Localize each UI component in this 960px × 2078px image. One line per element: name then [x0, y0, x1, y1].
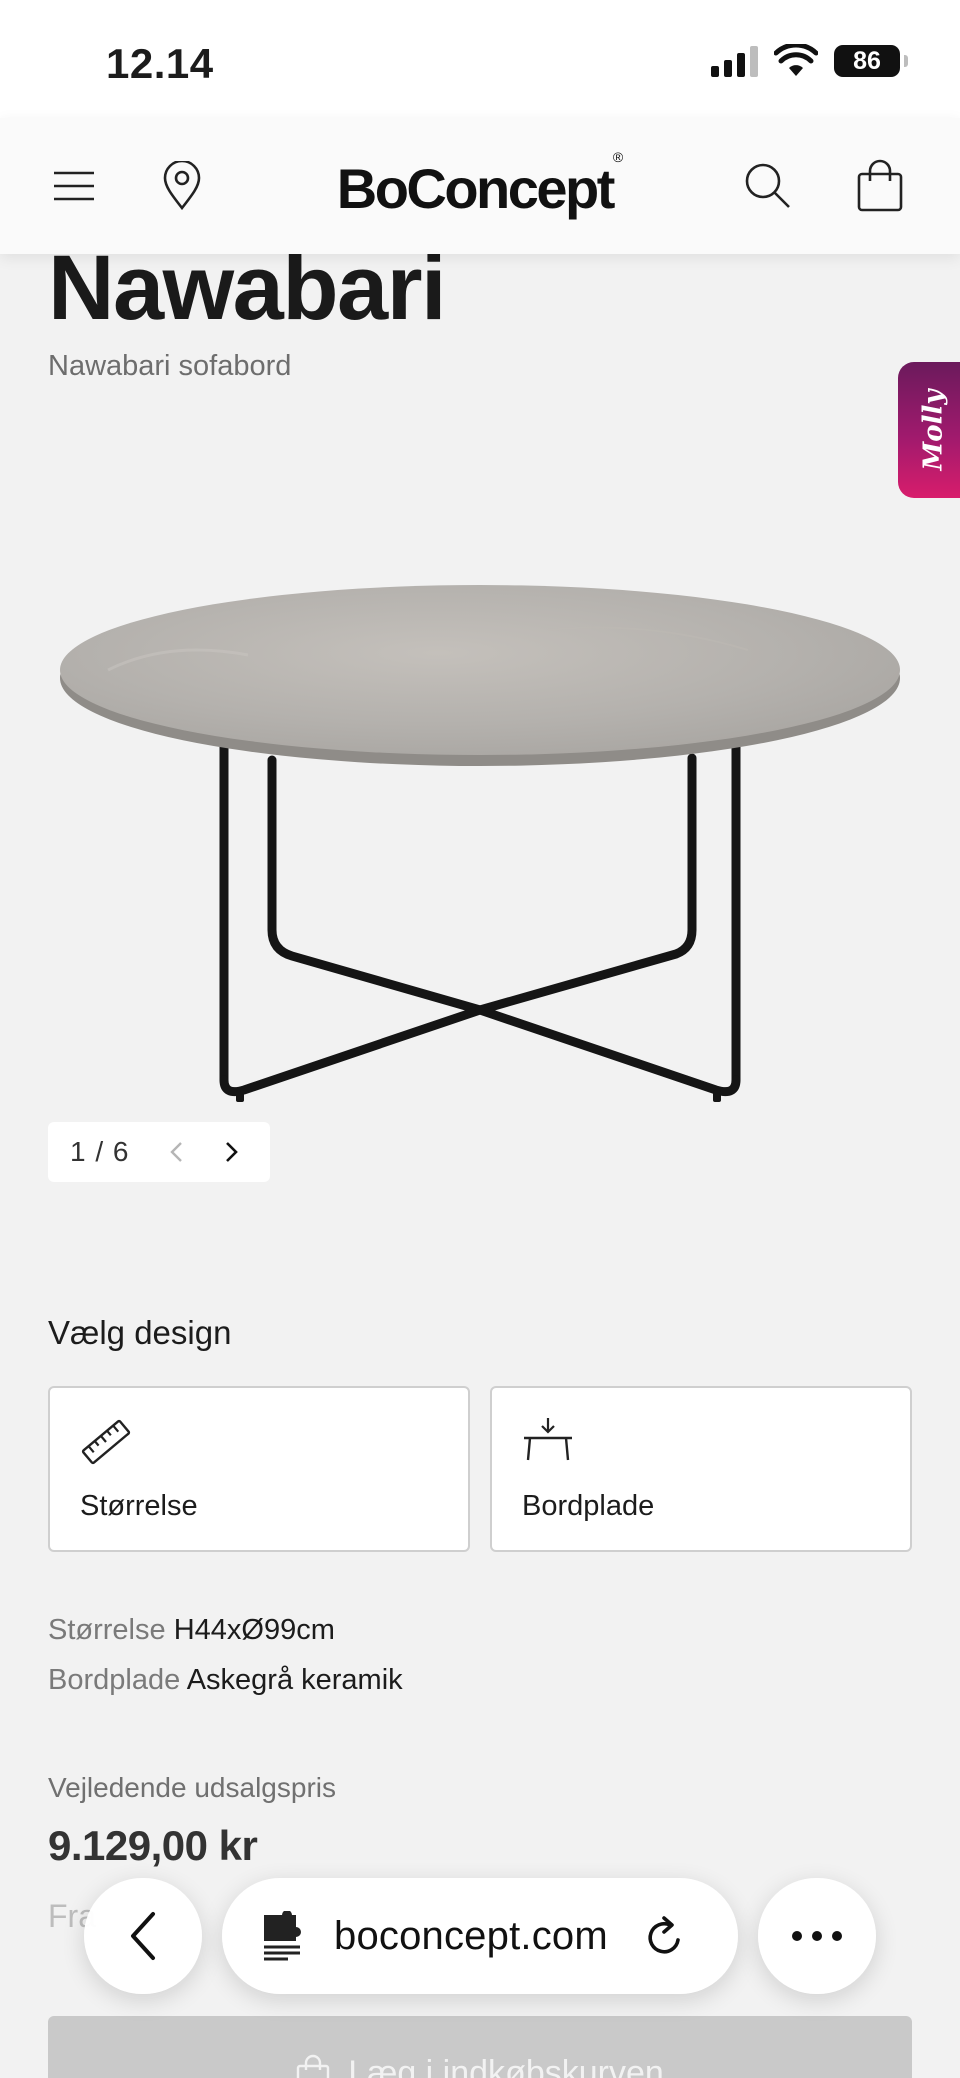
- chevron-left-icon: [131, 1912, 155, 1960]
- product-image[interactable]: [48, 560, 912, 1120]
- ruler-icon: [81, 1419, 131, 1465]
- gallery-pager: 1 / 6: [48, 1122, 270, 1182]
- design-heading: Vælg design: [48, 1314, 232, 1351]
- spec-size: Størrelse H44xØ99cm: [48, 1614, 335, 1647]
- spec-size-value: H44xØ99cm: [173, 1614, 335, 1646]
- site-header: BoConcept®: [0, 118, 960, 254]
- spec-tabletop-key: Bordplade: [48, 1664, 181, 1696]
- add-to-cart-label: Læg i indkøbskurven: [348, 2054, 664, 2078]
- shopping-bag-icon: [296, 2054, 330, 2078]
- browser-back-button[interactable]: [84, 1878, 202, 1994]
- tabletop-option-card[interactable]: Bordplade: [490, 1386, 912, 1552]
- product-subtitle: Nawabari sofabord: [48, 350, 292, 382]
- molly-label: Molly: [918, 389, 949, 471]
- spec-tabletop-value: Askegrå keramik: [186, 1664, 403, 1696]
- url-text: boconcept.com: [334, 1913, 608, 1958]
- search-icon: [745, 163, 790, 208]
- gallery-prev-button[interactable]: [150, 1125, 204, 1179]
- chevron-right-icon: [226, 1142, 238, 1162]
- reload-icon[interactable]: [644, 1914, 686, 1958]
- molly-chat-tab[interactable]: Molly: [898, 362, 960, 498]
- more-dots-icon: [792, 1931, 842, 1941]
- spec-tabletop: Bordplade Askegrå keramik: [48, 1664, 403, 1697]
- tabletop-option-label: Bordplade: [522, 1490, 655, 1522]
- cart-button[interactable]: [850, 156, 910, 216]
- spec-size-key: Størrelse: [48, 1614, 166, 1646]
- wifi-icon: [774, 44, 818, 76]
- boconcept-logo[interactable]: BoConcept®: [0, 149, 960, 221]
- add-to-cart-button[interactable]: Læg i indkøbskurven: [48, 2016, 912, 2078]
- search-button[interactable]: [738, 156, 798, 216]
- reader-extension-icon[interactable]: [260, 1911, 306, 1961]
- gallery-counter: 1 / 6: [70, 1136, 130, 1167]
- gallery-next-button[interactable]: [204, 1125, 258, 1179]
- battery-icon: 86: [834, 45, 908, 77]
- status-bar: 12.14 86: [0, 0, 960, 118]
- status-icons: 86: [711, 44, 908, 78]
- chevron-left-icon: [170, 1142, 182, 1162]
- price-label: Vejledende udsalgspris: [48, 1772, 336, 1803]
- size-option-label: Størrelse: [80, 1490, 198, 1522]
- table-top-icon: [524, 1418, 572, 1461]
- browser-more-button[interactable]: [758, 1878, 876, 1994]
- size-option-card[interactable]: Størrelse: [48, 1386, 470, 1552]
- shopping-bag-icon: [857, 159, 903, 212]
- cellular-signal-icon: [711, 45, 758, 77]
- browser-address-bar[interactable]: boconcept.com: [222, 1878, 738, 1994]
- price-value: 9.129,00 kr: [48, 1822, 258, 1869]
- status-time: 12.14: [106, 40, 214, 87]
